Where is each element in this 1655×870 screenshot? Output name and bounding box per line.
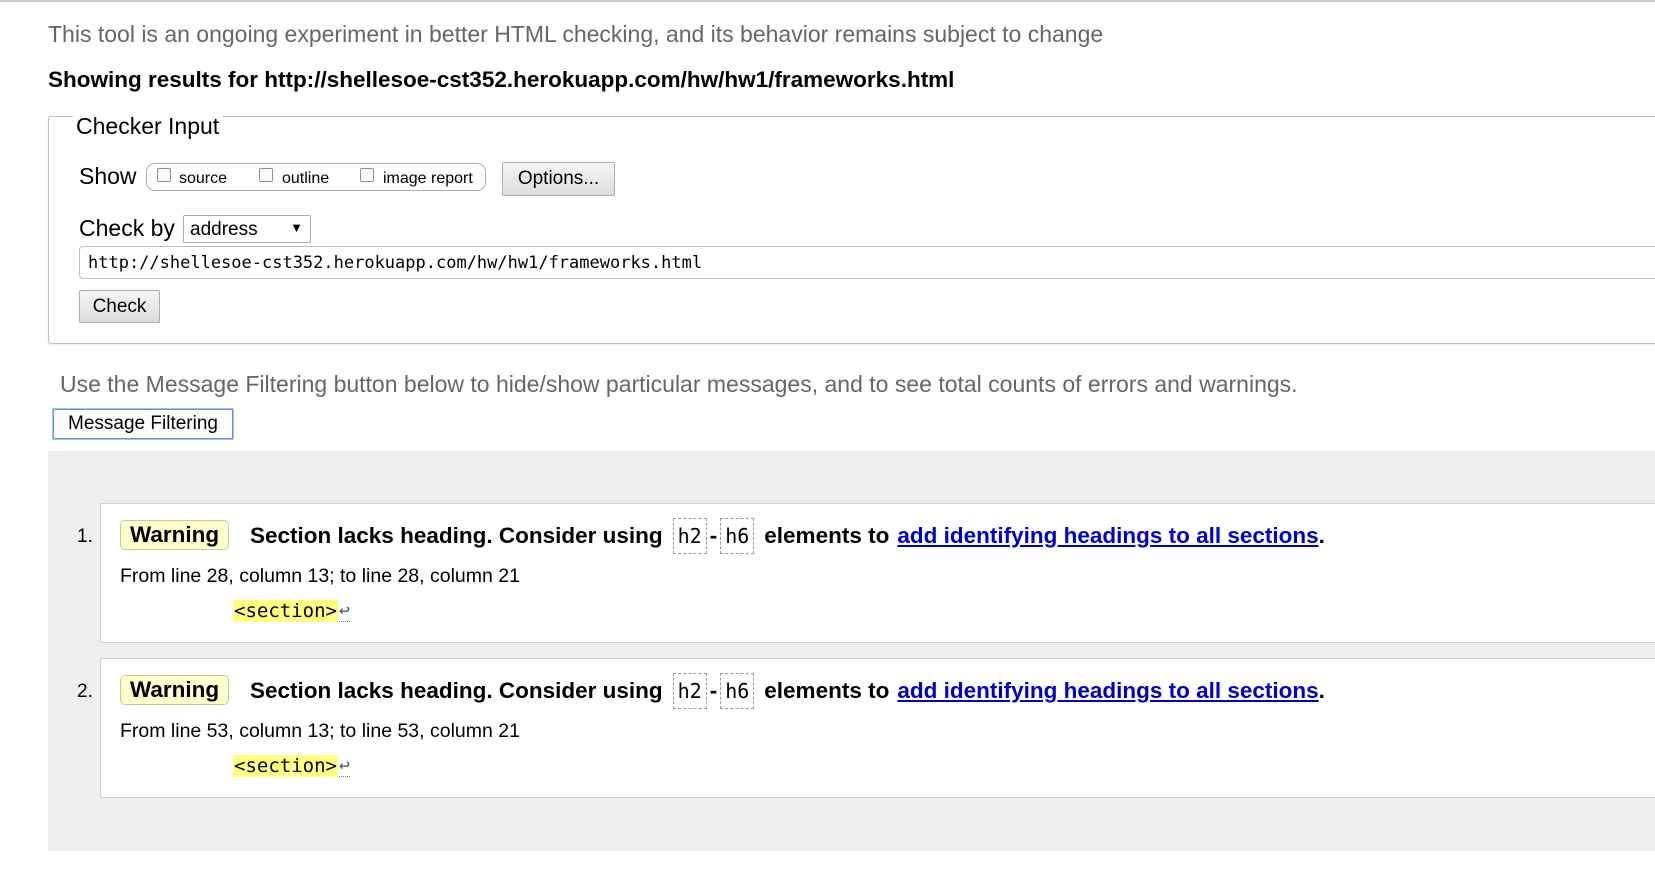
top-border <box>0 0 1655 2</box>
checker-input-legend: Checker Input <box>73 113 223 140</box>
results-heading: Showing results for http://shellesoe-cst… <box>48 67 955 92</box>
message-number: 1. <box>77 526 93 547</box>
code-extract: <section> ↩ <box>233 600 350 622</box>
message-location: From line 28, column 13; to line 28, col… <box>120 565 520 587</box>
check-by-label: Check by <box>79 215 175 241</box>
image-report-label[interactable]: image report <box>383 170 473 188</box>
message-number: 2. <box>77 681 93 702</box>
show-label: Show <box>79 163 137 189</box>
code-h6: h6 <box>720 518 755 554</box>
outline-label[interactable]: outline <box>282 170 329 188</box>
image-report-checkbox[interactable] <box>360 168 374 182</box>
message-text: Section lacks heading. Consider using h2… <box>250 673 1325 709</box>
warning-badge: Warning <box>120 520 230 550</box>
return-icon: ↩ <box>338 755 350 777</box>
check-by-value: address <box>190 219 258 240</box>
code-dash: - <box>709 523 718 548</box>
message-location: From line 53, column 13; to line 53, col… <box>120 720 520 742</box>
message-period: . <box>1318 523 1325 548</box>
message-text-before: Section lacks heading. Consider using <box>250 523 663 548</box>
headings-help-link[interactable]: add identifying headings to all sections <box>897 678 1318 704</box>
dropdown-arrow-icon: ▼ <box>290 220 303 235</box>
show-options-group: source outline image report <box>146 163 486 191</box>
code-extract: <section> ↩ <box>233 755 350 777</box>
intro-text: This tool is an ongoing experiment in be… <box>48 21 1104 47</box>
return-icon: ↩ <box>338 600 350 622</box>
headings-help-link[interactable]: add identifying headings to all sections <box>897 523 1318 549</box>
check-by-select[interactable]: address ▼ <box>183 215 311 243</box>
source-checkbox[interactable] <box>157 168 171 182</box>
code-h6: h6 <box>720 673 755 709</box>
message-period: . <box>1318 678 1325 703</box>
code-dash: - <box>709 678 718 703</box>
message-text-mid: elements to <box>764 523 890 548</box>
message-text: Section lacks heading. Consider using h2… <box>250 518 1325 554</box>
warning-badge: Warning <box>120 675 230 705</box>
url-input-value: http://shellesoe-cst352.herokuapp.com/hw… <box>88 253 703 273</box>
url-input[interactable]: http://shellesoe-cst352.herokuapp.com/hw… <box>79 246 1655 279</box>
code-h2: h2 <box>672 673 707 709</box>
filter-note: Use the Message Filtering button below t… <box>60 371 1298 397</box>
check-button[interactable]: Check <box>79 290 160 323</box>
code-h2: h2 <box>672 518 707 554</box>
extract-highlight: <section> <box>233 755 338 777</box>
source-label[interactable]: source <box>179 170 227 188</box>
message-text-before: Section lacks heading. Consider using <box>250 678 663 703</box>
options-button[interactable]: Options... <box>502 162 615 196</box>
message-text-mid: elements to <box>764 678 890 703</box>
outline-checkbox[interactable] <box>259 168 273 182</box>
message-filtering-button[interactable]: Message Filtering <box>52 408 234 440</box>
extract-highlight: <section> <box>233 600 338 622</box>
